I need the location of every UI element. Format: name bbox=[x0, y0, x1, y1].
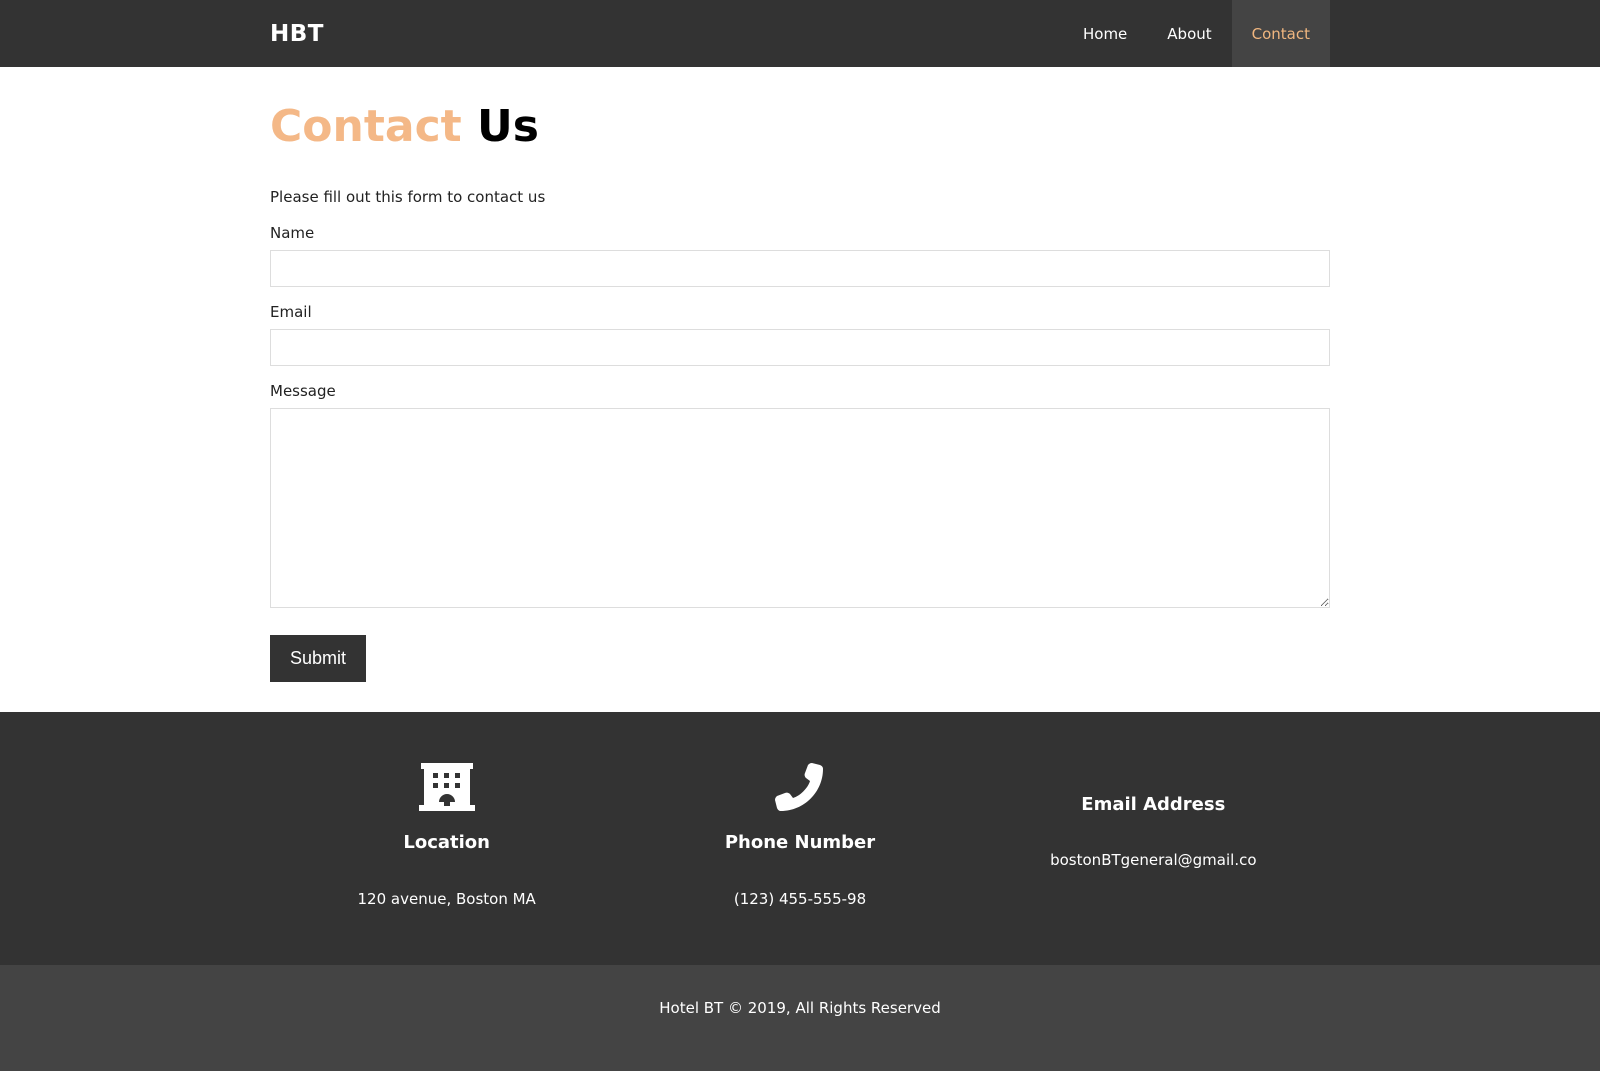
contact-section: Contact Us Please fill out this form to … bbox=[0, 67, 1600, 683]
contact-form: Name Email Message Submit bbox=[270, 224, 1330, 683]
phone-text: (123) 455-555-98 bbox=[733, 890, 867, 909]
submit-button[interactable]: Submit bbox=[270, 635, 366, 683]
phone-title: Phone Number bbox=[724, 832, 876, 854]
page-title-rest: Us bbox=[477, 101, 539, 152]
name-label: Name bbox=[270, 224, 315, 243]
nav-about[interactable]: About bbox=[1147, 0, 1231, 67]
nav-home[interactable]: Home bbox=[1063, 0, 1147, 67]
footer-location: Location 120 avenue, Boston MA bbox=[270, 712, 623, 965]
email-field[interactable] bbox=[270, 329, 1330, 367]
nav-contact[interactable]: Contact bbox=[1231, 0, 1330, 67]
footer-copyright-bar: Hotel BT © 2019, All Rights Reserved bbox=[0, 965, 1600, 1072]
email-text[interactable]: bostonBTgeneral@gmail.co bbox=[977, 851, 1330, 869]
contact-container: Contact Us Please fill out this form to … bbox=[270, 67, 1330, 683]
footer-email: Email Address bostonBTgeneral@gmail.co bbox=[977, 712, 1330, 965]
footer-container: Location 120 avenue, Boston MA Phone Num… bbox=[270, 712, 1330, 965]
email-label: Email bbox=[270, 303, 312, 322]
copyright-text: Hotel BT © 2019, All Rights Reserved bbox=[659, 999, 941, 1018]
phone-icon bbox=[623, 762, 976, 814]
nav-menu: Home About Contact bbox=[1063, 0, 1330, 67]
footer-info: Location 120 avenue, Boston MA Phone Num… bbox=[0, 712, 1600, 966]
footer-phone: Phone Number (123) 455-555-98 bbox=[623, 712, 976, 965]
message-label: Message bbox=[270, 382, 336, 401]
brand-logo[interactable]: HBT bbox=[270, 21, 324, 47]
message-field[interactable] bbox=[270, 408, 1330, 609]
form-intro: Please fill out this form to contact us bbox=[270, 188, 546, 207]
location-title: Location bbox=[403, 832, 490, 854]
page-title: Contact Us bbox=[270, 101, 1330, 152]
navbar-container: HBT Home About Contact bbox=[270, 0, 1330, 67]
navbar: HBT Home About Contact bbox=[0, 0, 1600, 67]
email-title: Email Address bbox=[1081, 794, 1226, 816]
building-icon bbox=[270, 762, 623, 814]
name-field[interactable] bbox=[270, 250, 1330, 288]
page-title-accent: Contact bbox=[270, 101, 462, 152]
location-text: 120 avenue, Boston MA bbox=[357, 890, 536, 909]
